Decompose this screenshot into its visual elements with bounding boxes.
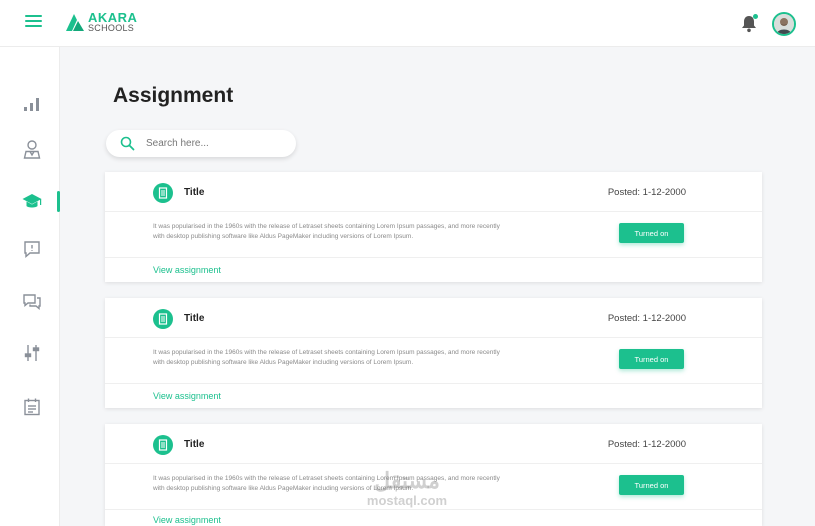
view-assignment-link[interactable]: View assignment [153, 515, 221, 525]
assignment-description: It was popularised in the 1960s with the… [153, 223, 500, 240]
bell-icon[interactable] [741, 14, 758, 33]
user-icon[interactable] [22, 139, 42, 159]
document-icon [153, 435, 173, 455]
turned-on-button[interactable]: Turned on [619, 349, 684, 369]
assignment-title: Title [184, 439, 205, 450]
top-bar: AKARA SCHOOLS [0, 0, 815, 47]
brand-subtitle: SCHOOLS [88, 23, 135, 33]
assignment-title: Title [184, 313, 205, 324]
document-icon [153, 309, 173, 329]
sliders-icon[interactable] [22, 343, 42, 363]
posted-date: Posted: 1-12-2000 [607, 439, 686, 450]
posted-date: Posted: 1-12-2000 [607, 187, 686, 198]
search-input[interactable] [146, 134, 286, 153]
sidebar [0, 47, 60, 526]
card-header: Title Posted: 1-12-2000 [105, 298, 762, 338]
calendar-icon[interactable] [22, 397, 42, 417]
active-indicator [57, 191, 60, 212]
card-body: It was popularised in the 1960s with the… [105, 212, 762, 258]
search-icon [120, 136, 135, 151]
document-icon [153, 183, 173, 203]
notification-dot [753, 14, 758, 19]
view-assignment-link[interactable]: View assignment [153, 391, 221, 401]
view-assignment-link[interactable]: View assignment [153, 265, 221, 275]
assignment-title: Title [184, 187, 205, 198]
assignment-card: Title Posted: 1-12-2000 It was popularis… [105, 424, 762, 526]
card-header: Title Posted: 1-12-2000 [105, 172, 762, 212]
assignment-card: Title Posted: 1-12-2000 It was popularis… [105, 298, 762, 408]
turned-on-button[interactable]: Turned on [619, 475, 684, 495]
card-body: It was popularised in the 1960s with the… [105, 464, 762, 510]
card-header: Title Posted: 1-12-2000 [105, 424, 762, 464]
posted-date: Posted: 1-12-2000 [607, 313, 686, 324]
card-body: It was popularised in the 1960s with the… [105, 338, 762, 384]
bar-chart-icon[interactable] [22, 94, 42, 114]
search-bar[interactable] [106, 130, 296, 157]
assignment-card: Title Posted: 1-12-2000 It was popularis… [105, 172, 762, 282]
message-alert-icon[interactable] [22, 239, 42, 259]
user-avatar[interactable] [772, 12, 796, 36]
assignment-description: It was popularised in the 1960s with the… [153, 349, 500, 366]
assignment-description: It was popularised in the 1960s with the… [153, 475, 500, 492]
chat-bubbles-icon[interactable] [22, 292, 42, 312]
graduation-cap-icon[interactable] [22, 191, 42, 211]
turned-on-button[interactable]: Turned on [619, 223, 684, 243]
logo-mark-icon [66, 14, 84, 31]
hamburger-icon[interactable] [25, 15, 42, 28]
page-title: Assignment [113, 84, 234, 107]
